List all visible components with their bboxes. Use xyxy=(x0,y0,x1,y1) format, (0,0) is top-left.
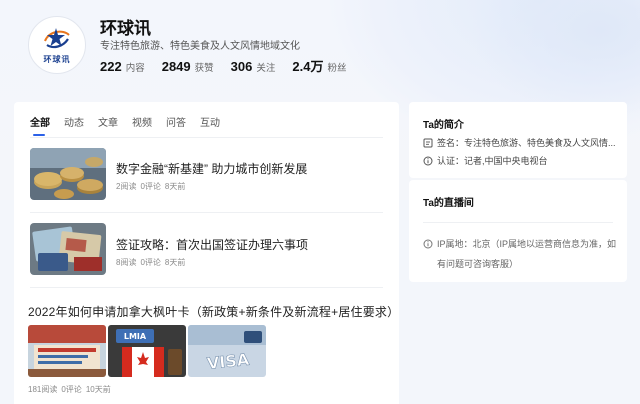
tab-all[interactable]: 全部 xyxy=(30,114,50,136)
stat-label: 粉丝 xyxy=(327,63,347,74)
stat-number: 306 xyxy=(230,59,253,74)
signature-row: 签名：专注特色旅游、特色美食及人文风情... xyxy=(423,136,616,149)
tab-posts[interactable]: 动态 xyxy=(64,114,84,134)
comment-count: 0评论 xyxy=(61,385,82,394)
article-image-row: LMIA VISA xyxy=(28,325,268,377)
stat-following[interactable]: 306 关注 xyxy=(231,59,276,74)
document-icon xyxy=(423,138,433,147)
tab-articles[interactable]: 文章 xyxy=(98,114,118,134)
stat-likes[interactable]: 2849 获赞 xyxy=(162,59,214,74)
comment-count: 0评论 xyxy=(140,182,161,191)
read-count: 181阅读 xyxy=(28,385,58,394)
article-meta: 181阅读 0评论 10天前 xyxy=(28,384,115,395)
article-meta: 2阅读 0评论 8天前 xyxy=(116,181,189,192)
tab-qa[interactable]: 问答 xyxy=(166,114,186,134)
tab-videos[interactable]: 视频 xyxy=(132,114,152,134)
profile-header: 环球讯 环球讯 专注特色旅游、特色美食及人文风情地域文化 222 内容 2849… xyxy=(0,0,640,95)
intro-title: Ta的简介 xyxy=(423,120,464,131)
comment-count: 0评论 xyxy=(140,258,161,267)
avatar[interactable]: 环球讯 xyxy=(28,16,86,74)
read-count: 2阅读 xyxy=(116,182,137,191)
content-feed-card: 全部 动态 文章 视频 问答 互动 数字金融“新基建” 助力城市创新发展 2阅读… xyxy=(14,102,399,404)
stat-label: 内容 xyxy=(125,63,145,74)
location-info-icon xyxy=(423,239,433,248)
article-title[interactable]: 2022年如何申请加拿大枫叶卡（新政策+新条件及新流程+居住要求） xyxy=(28,303,399,320)
article-thumbnail-coins[interactable] xyxy=(30,148,106,200)
ip-location-row-continued: 有问题可咨询客服） xyxy=(437,257,518,270)
stat-number: 2849 xyxy=(161,59,191,74)
article-divider xyxy=(30,287,383,288)
live-divider xyxy=(423,222,613,223)
article-image-canada-poster[interactable] xyxy=(28,325,106,377)
tabs-divider xyxy=(30,137,383,138)
signature-text: 签名：专注特色旅游、特色美食及人文风情... xyxy=(437,138,616,148)
live-room-title[interactable]: Ta的直播间 xyxy=(423,194,474,209)
content-tabs: 全部 动态 文章 视频 问答 互动 xyxy=(30,114,234,136)
article-image-visa[interactable]: VISA xyxy=(188,325,266,377)
live-card: Ta的直播间 IP属地：北京（IP属地以运营商信息为准，如 有问题可咨询客服） xyxy=(409,180,627,282)
tab-interaction[interactable]: 互动 xyxy=(200,114,220,134)
certification-text: 认证：记者,中国中央电视台 xyxy=(437,156,548,166)
publish-time: 8天前 xyxy=(164,182,186,191)
certification-row: 认证：记者,中国中央电视台 xyxy=(423,154,548,167)
globe-star-logo-icon xyxy=(44,28,70,49)
ip-location-text-continued: 有问题可咨询客服） xyxy=(437,259,519,269)
article-image-lmia-flag[interactable]: LMIA xyxy=(108,325,186,377)
stat-label: 获赞 xyxy=(194,63,214,74)
info-icon xyxy=(423,156,433,165)
author-description: 专注特色旅游、特色美食及人文风情地域文化 xyxy=(100,41,300,52)
article-thumbnail-passport[interactable] xyxy=(30,223,106,275)
intro-card: Ta的简介 签名：专注特色旅游、特色美食及人文风情... 认证：记者,中国中央电… xyxy=(409,102,627,178)
logo-text: 环球讯 xyxy=(43,55,71,64)
article-item[interactable]: 数字金融“新基建” 助力城市创新发展 2阅读 0评论 8天前 xyxy=(30,148,383,204)
article-meta: 8阅读 0评论 8天前 xyxy=(116,257,189,268)
ip-location-text: IP属地：北京（IP属地以运营商信息为准，如 xyxy=(437,239,617,249)
author-name: 环球讯 xyxy=(100,19,151,38)
stat-content[interactable]: 222 内容 xyxy=(100,59,145,74)
article-title[interactable]: 数字金融“新基建” 助力城市创新发展 xyxy=(116,160,307,177)
profile-stats: 222 内容 2849 获赞 306 关注 2.4万 粉丝 xyxy=(100,56,363,75)
publish-time: 8天前 xyxy=(164,258,186,267)
stat-number: 222 xyxy=(100,59,122,74)
article-title[interactable]: 签证攻略：首次出国签证办理六事项 xyxy=(116,236,308,253)
lmia-image-text: LMIA xyxy=(124,332,147,341)
stat-fans[interactable]: 2.4万 粉丝 xyxy=(292,56,346,75)
publish-time: 10天前 xyxy=(85,385,111,394)
stat-number: 2.4万 xyxy=(292,59,324,74)
article-divider xyxy=(30,212,383,213)
article-item[interactable]: 签证攻略：首次出国签证办理六事项 8阅读 0评论 8天前 xyxy=(30,223,383,279)
stat-label: 关注 xyxy=(256,63,276,74)
read-count: 8阅读 xyxy=(116,258,137,267)
ip-location-row: IP属地：北京（IP属地以运营商信息为准，如 xyxy=(423,237,616,250)
